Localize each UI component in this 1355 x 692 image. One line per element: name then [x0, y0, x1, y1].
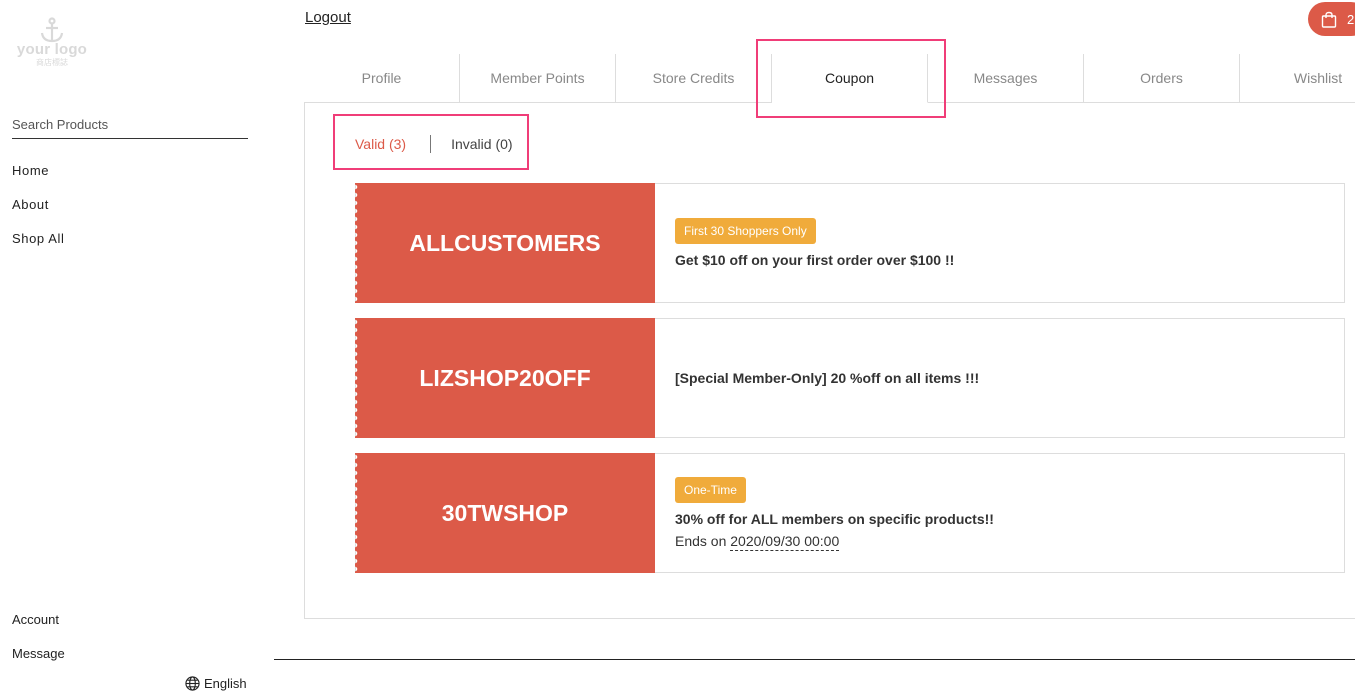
nav-item-account[interactable]: Account	[12, 612, 65, 646]
nav-item-about[interactable]: About	[12, 197, 65, 231]
coupon-badge: One-Time	[675, 477, 746, 503]
logout-link[interactable]: Logout	[305, 9, 351, 26]
search-input[interactable]	[12, 117, 248, 132]
globe-icon	[185, 676, 200, 691]
coupon-code: LIZSHOP20OFF	[355, 318, 655, 438]
nav-item-home[interactable]: Home	[12, 163, 65, 197]
expiry-label: Ends on	[675, 533, 727, 549]
coupon-badge: First 30 Shoppers Only	[675, 218, 816, 244]
cart-button[interactable]: 2	[1308, 2, 1355, 36]
coupon-expiry: Ends on 2020/09/30 00:00	[675, 533, 994, 551]
language-selector[interactable]: English	[185, 676, 247, 691]
tab-wishlist[interactable]: Wishlist	[1240, 54, 1355, 102]
tab-profile[interactable]: Profile	[304, 54, 460, 102]
tab-messages[interactable]: Messages	[928, 54, 1084, 102]
logo-text: your logo	[16, 41, 88, 58]
coupon-card[interactable]: 30TWSHOP One-Time 30% off for ALL member…	[355, 453, 1345, 573]
coupon-info: One-Time 30% off for ALL members on spec…	[655, 454, 994, 572]
anchor-icon	[40, 17, 64, 43]
logo-subtext: 商店標誌	[36, 58, 68, 67]
nav-item-message[interactable]: Message	[12, 646, 65, 680]
cart-count: 2	[1347, 11, 1355, 27]
nav-item-shop-all[interactable]: Shop All	[12, 231, 65, 265]
coupon-description: 30% off for ALL members on specific prod…	[675, 511, 994, 527]
footer-divider	[274, 659, 1355, 660]
coupon-code: ALLCUSTOMERS	[355, 183, 655, 303]
tab-orders[interactable]: Orders	[1084, 54, 1240, 102]
coupon-tab-highlight	[756, 39, 946, 118]
shopping-bag-icon	[1321, 11, 1337, 28]
search-bar	[12, 116, 248, 139]
bottom-nav: Account Message	[12, 612, 65, 680]
coupon-description: [Special Member-Only] 20 %off on all ite…	[675, 370, 980, 386]
main-nav: Home About Shop All	[12, 163, 65, 265]
store-logo[interactable]: your logo 商店標誌	[16, 17, 88, 81]
language-label: English	[204, 676, 247, 691]
coupon-info: [Special Member-Only] 20 %off on all ite…	[655, 319, 979, 437]
coupon-description: Get $10 off on your first order over $10…	[675, 252, 955, 268]
expiry-date: 2020/09/30 00:00	[730, 533, 840, 551]
tab-store-credits[interactable]: Store Credits	[616, 54, 772, 102]
coupon-card[interactable]: LIZSHOP20OFF [Special Member-Only] 20 %o…	[355, 318, 1345, 438]
coupon-info: First 30 Shoppers Only Get $10 off on yo…	[655, 184, 954, 302]
coupon-card[interactable]: ALLCUSTOMERS First 30 Shoppers Only Get …	[355, 183, 1345, 303]
sidebar: your logo 商店標誌 Home About Shop All Accou…	[0, 0, 262, 692]
tab-member-points[interactable]: Member Points	[460, 54, 616, 102]
coupon-code: 30TWSHOP	[355, 453, 655, 573]
status-tabs-highlight	[333, 114, 529, 170]
